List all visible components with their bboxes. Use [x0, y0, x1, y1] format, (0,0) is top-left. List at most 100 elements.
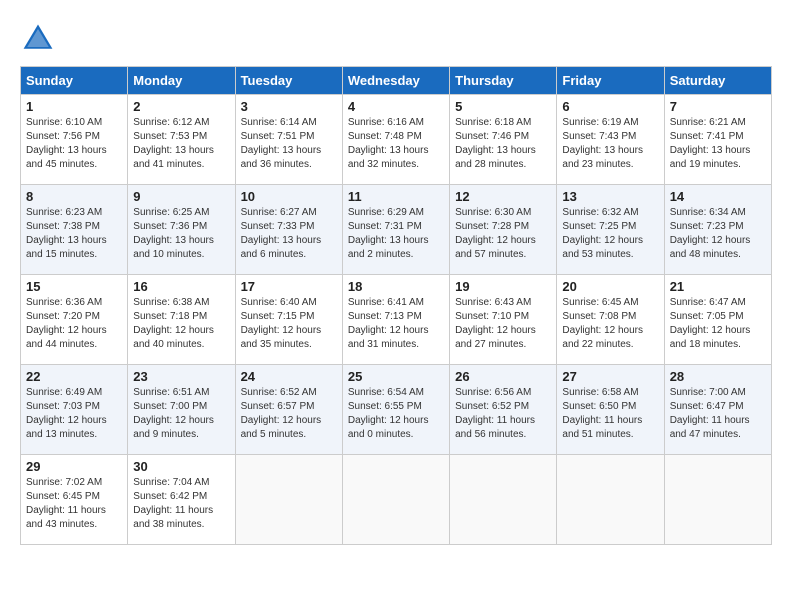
day-number: 12 [455, 189, 551, 204]
calendar-row: 8 Sunrise: 6:23 AMSunset: 7:38 PMDaylight… [21, 185, 772, 275]
calendar-cell: 21Sunrise: 6:47 AMSunset: 7:05 PMDayligh… [664, 275, 771, 365]
day-number: 23 [133, 369, 229, 384]
day-number: 11 [348, 189, 444, 204]
day-number: 7 [670, 99, 766, 114]
day-number: 22 [26, 369, 122, 384]
calendar-cell: 9 Sunrise: 6:25 AMSunset: 7:36 PMDaylight… [128, 185, 235, 275]
calendar-cell: 19 Sunrise: 6:43 AMSunset: 7:10 PMDayligh… [450, 275, 557, 365]
calendar-cell: 28 Sunrise: 7:00 AMSunset: 6:47 PMDayligh… [664, 365, 771, 455]
calendar-cell: 12 Sunrise: 6:30 AMSunset: 7:28 PMDayligh… [450, 185, 557, 275]
day-number: 30 [133, 459, 229, 474]
calendar-header-row: SundayMondayTuesdayWednesdayThursdayFrid… [21, 67, 772, 95]
calendar-cell: 16 Sunrise: 6:38 AMSunset: 7:18 PMDayligh… [128, 275, 235, 365]
day-info: Sunrise: 6:16 AMSunset: 7:48 PMDaylight:… [348, 116, 444, 172]
day-info: Sunrise: 6:40 AMSunset: 7:15 PMDaylight:… [241, 296, 337, 352]
day-info: Sunrise: 6:21 AMSunset: 7:41 PMDaylight:… [670, 116, 766, 172]
day-info: Sunrise: 7:00 AMSunset: 6:47 PMDaylight:… [670, 386, 766, 442]
day-info: Sunrise: 6:27 AMSunset: 7:33 PMDaylight:… [241, 206, 337, 262]
calendar-cell [557, 455, 664, 545]
day-info: Sunrise: 6:14 AMSunset: 7:51 PMDaylight:… [241, 116, 337, 172]
day-info: Sunrise: 7:02 AMSunset: 6:45 PMDaylight:… [26, 476, 122, 532]
day-info: Sunrise: 6:10 AMSunset: 7:56 PMDaylight:… [26, 116, 122, 172]
calendar-cell: 29 Sunrise: 7:02 AMSunset: 6:45 PMDayligh… [21, 455, 128, 545]
day-info: Sunrise: 6:12 AMSunset: 7:53 PMDaylight:… [133, 116, 229, 172]
day-number: 10 [241, 189, 337, 204]
calendar-cell: 24Sunrise: 6:52 AMSunset: 6:57 PMDayligh… [235, 365, 342, 455]
calendar-table: SundayMondayTuesdayWednesdayThursdayFrid… [20, 66, 772, 545]
day-number: 9 [133, 189, 229, 204]
calendar-cell: 27Sunrise: 6:58 AMSunset: 6:50 PMDayligh… [557, 365, 664, 455]
day-info: Sunrise: 6:30 AMSunset: 7:28 PMDaylight:… [455, 206, 551, 262]
day-number: 24 [241, 369, 337, 384]
page-header [20, 20, 772, 56]
day-number: 6 [562, 99, 658, 114]
calendar-row: 1 Sunrise: 6:10 AMSunset: 7:56 PMDaylight… [21, 95, 772, 185]
day-info: Sunrise: 6:56 AMSunset: 6:52 PMDaylight:… [455, 386, 551, 442]
day-info: Sunrise: 6:41 AMSunset: 7:13 PMDaylight:… [348, 296, 444, 352]
day-number: 19 [455, 279, 551, 294]
calendar-row: 15 Sunrise: 6:36 AMSunset: 7:20 PMDayligh… [21, 275, 772, 365]
day-info: Sunrise: 6:18 AMSunset: 7:46 PMDaylight:… [455, 116, 551, 172]
day-number: 17 [241, 279, 337, 294]
calendar-cell: 25 Sunrise: 6:54 AMSunset: 6:55 PMDayligh… [342, 365, 449, 455]
calendar-cell [450, 455, 557, 545]
calendar-cell [235, 455, 342, 545]
column-header-monday: Monday [128, 67, 235, 95]
calendar-cell: 18 Sunrise: 6:41 AMSunset: 7:13 PMDayligh… [342, 275, 449, 365]
day-number: 16 [133, 279, 229, 294]
column-header-thursday: Thursday [450, 67, 557, 95]
day-info: Sunrise: 6:36 AMSunset: 7:20 PMDaylight:… [26, 296, 122, 352]
day-number: 3 [241, 99, 337, 114]
calendar-cell: 14 Sunrise: 6:34 AMSunset: 7:23 PMDayligh… [664, 185, 771, 275]
calendar-cell: 11 Sunrise: 6:29 AMSunset: 7:31 PMDayligh… [342, 185, 449, 275]
calendar-cell: 22 Sunrise: 6:49 AMSunset: 7:03 PMDayligh… [21, 365, 128, 455]
calendar-cell: 7 Sunrise: 6:21 AMSunset: 7:41 PMDaylight… [664, 95, 771, 185]
day-number: 14 [670, 189, 766, 204]
day-info: Sunrise: 6:58 AMSunset: 6:50 PMDaylight:… [562, 386, 658, 442]
day-info: Sunrise: 6:38 AMSunset: 7:18 PMDaylight:… [133, 296, 229, 352]
calendar-cell [664, 455, 771, 545]
day-info: Sunrise: 6:34 AMSunset: 7:23 PMDaylight:… [670, 206, 766, 262]
day-number: 4 [348, 99, 444, 114]
column-header-saturday: Saturday [664, 67, 771, 95]
calendar-cell: 30 Sunrise: 7:04 AMSunset: 6:42 PMDayligh… [128, 455, 235, 545]
column-header-friday: Friday [557, 67, 664, 95]
day-info: Sunrise: 7:04 AMSunset: 6:42 PMDaylight:… [133, 476, 229, 532]
day-info: Sunrise: 6:19 AMSunset: 7:43 PMDaylight:… [562, 116, 658, 172]
logo [20, 20, 60, 56]
day-number: 15 [26, 279, 122, 294]
calendar-cell: 2Sunrise: 6:12 AMSunset: 7:53 PMDaylight… [128, 95, 235, 185]
calendar-cell: 13Sunrise: 6:32 AMSunset: 7:25 PMDayligh… [557, 185, 664, 275]
day-number: 21 [670, 279, 766, 294]
day-info: Sunrise: 6:23 AMSunset: 7:38 PMDaylight:… [26, 206, 122, 262]
column-header-sunday: Sunday [21, 67, 128, 95]
day-number: 28 [670, 369, 766, 384]
day-number: 8 [26, 189, 122, 204]
calendar-cell [342, 455, 449, 545]
calendar-cell: 5 Sunrise: 6:18 AMSunset: 7:46 PMDaylight… [450, 95, 557, 185]
day-info: Sunrise: 6:32 AMSunset: 7:25 PMDaylight:… [562, 206, 658, 262]
column-header-tuesday: Tuesday [235, 67, 342, 95]
column-header-wednesday: Wednesday [342, 67, 449, 95]
calendar-row: 29 Sunrise: 7:02 AMSunset: 6:45 PMDayligh… [21, 455, 772, 545]
calendar-cell: 15 Sunrise: 6:36 AMSunset: 7:20 PMDayligh… [21, 275, 128, 365]
day-number: 29 [26, 459, 122, 474]
day-number: 20 [562, 279, 658, 294]
calendar-cell: 10 Sunrise: 6:27 AMSunset: 7:33 PMDayligh… [235, 185, 342, 275]
day-info: Sunrise: 6:25 AMSunset: 7:36 PMDaylight:… [133, 206, 229, 262]
calendar-cell: 26Sunrise: 6:56 AMSunset: 6:52 PMDayligh… [450, 365, 557, 455]
day-info: Sunrise: 6:54 AMSunset: 6:55 PMDaylight:… [348, 386, 444, 442]
day-number: 1 [26, 99, 122, 114]
day-info: Sunrise: 6:49 AMSunset: 7:03 PMDaylight:… [26, 386, 122, 442]
calendar-cell: 8 Sunrise: 6:23 AMSunset: 7:38 PMDaylight… [21, 185, 128, 275]
calendar-row: 22 Sunrise: 6:49 AMSunset: 7:03 PMDayligh… [21, 365, 772, 455]
day-number: 18 [348, 279, 444, 294]
calendar-cell: 1 Sunrise: 6:10 AMSunset: 7:56 PMDaylight… [21, 95, 128, 185]
calendar-cell: 6 Sunrise: 6:19 AMSunset: 7:43 PMDaylight… [557, 95, 664, 185]
day-number: 5 [455, 99, 551, 114]
day-info: Sunrise: 6:43 AMSunset: 7:10 PMDaylight:… [455, 296, 551, 352]
day-info: Sunrise: 6:29 AMSunset: 7:31 PMDaylight:… [348, 206, 444, 262]
logo-icon [20, 20, 56, 56]
calendar-cell: 4 Sunrise: 6:16 AMSunset: 7:48 PMDaylight… [342, 95, 449, 185]
day-number: 25 [348, 369, 444, 384]
